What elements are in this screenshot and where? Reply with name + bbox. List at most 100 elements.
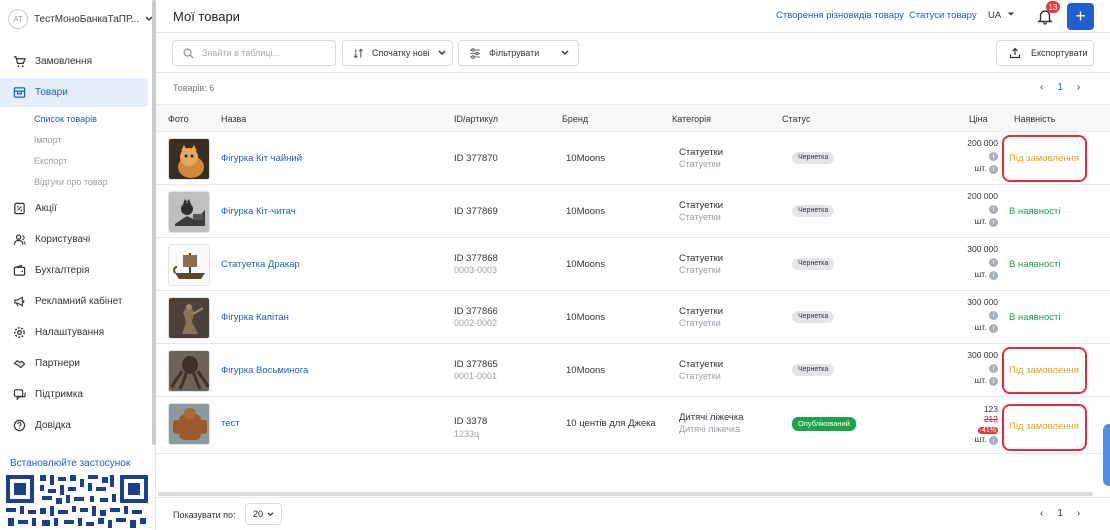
price-unit: шт.: [974, 322, 987, 332]
product-price: 300 000 i шт. i: [967, 244, 998, 280]
price-value: 200 000: [967, 138, 998, 148]
chevron-right-icon[interactable]: ›: [1077, 508, 1080, 519]
search-icon: [183, 48, 194, 59]
product-category: Статуетки: [679, 200, 724, 211]
col-availability[interactable]: Наявність: [1014, 114, 1055, 124]
product-sku: 0003-0003: [454, 265, 498, 275]
product-count: Товарів: 6: [173, 83, 215, 93]
add-product-button[interactable]: +: [1067, 3, 1094, 30]
search-input[interactable]: [202, 48, 322, 58]
col-brand[interactable]: Бренд: [562, 114, 588, 124]
product-thumbnail[interactable]: [168, 297, 210, 339]
product-id: ID 377870: [454, 153, 498, 164]
product-thumbnail[interactable]: [168, 191, 210, 233]
sidebar-item-partners[interactable]: Партнери: [0, 349, 150, 378]
sidebar-item-settings[interactable]: Налаштування: [0, 318, 150, 347]
status-badge: Чернетка: [792, 152, 835, 164]
per-page-select[interactable]: 20: [245, 503, 282, 525]
col-id[interactable]: ID/артикул: [454, 114, 498, 124]
table-row[interactable]: Статуетка Дракар ID 377868 0003-0003 10M…: [156, 238, 1110, 291]
qr-code: [4, 472, 150, 530]
highlight-box: [1002, 347, 1087, 394]
subnav-reviews[interactable]: Відгуки про товар: [34, 172, 150, 193]
product-name-link[interactable]: Фігурка Кіт чайний: [221, 153, 302, 164]
sidebar-item-help[interactable]: Довідка: [0, 411, 150, 440]
product-thumbnail[interactable]: [168, 403, 210, 445]
store-switcher[interactable]: АТ ТестМоноБанкаТаПР...: [8, 8, 153, 30]
chevron-down-icon: [561, 50, 569, 55]
info-icon[interactable]: i: [989, 165, 998, 174]
product-name-link[interactable]: Фігурка Кіт-читач: [221, 206, 296, 217]
horizontal-scrollbar[interactable]: [158, 492, 1093, 496]
table-row[interactable]: Фігурка Восьминога ID 377865 0001-0001 1…: [156, 344, 1110, 397]
product-name-link[interactable]: тест: [221, 418, 240, 429]
info-icon[interactable]: i: [989, 364, 998, 373]
col-category[interactable]: Категорія: [672, 114, 711, 124]
sidebar-item-accounting[interactable]: Бухгалтерія: [0, 256, 150, 285]
info-icon[interactable]: i: [989, 271, 998, 280]
product-id: ID 377869: [454, 206, 498, 217]
language-select[interactable]: UA: [988, 10, 1015, 21]
status-badge: Чернетка: [792, 258, 835, 270]
col-name[interactable]: Назва: [221, 114, 246, 124]
sidebar-item-label: Акції: [35, 203, 57, 214]
table-row[interactable]: Фігурка Капітан ID 377866 0002-0002 10Mo…: [156, 291, 1110, 344]
info-icon[interactable]: i: [989, 377, 998, 386]
price-unit: шт.: [974, 269, 987, 279]
chevron-left-icon[interactable]: ‹: [1040, 82, 1043, 93]
price-value: 123: [983, 404, 998, 414]
sidebar-item-users[interactable]: Користувачі: [0, 225, 150, 254]
product-category: Статуетки: [679, 147, 724, 158]
product-id: ID 3378: [454, 416, 488, 427]
subnav-export[interactable]: Експорт: [34, 151, 150, 172]
chevron-down-icon: [267, 511, 274, 516]
info-icon[interactable]: i: [989, 258, 998, 267]
sidebar-item-promotions[interactable]: Акції: [0, 194, 150, 223]
col-status[interactable]: Статус: [782, 114, 810, 124]
install-app-link[interactable]: Встановлюйте застосунок: [10, 458, 130, 469]
product-thumbnail[interactable]: [168, 350, 210, 392]
create-variants-link[interactable]: Створення різновидів товару: [776, 10, 904, 21]
sidebar-item-orders[interactable]: Замовлення: [0, 47, 150, 76]
table-row[interactable]: Фігурка Кіт-читач ID 377869 10Moons Стат…: [156, 185, 1110, 238]
product-thumbnail[interactable]: [168, 244, 210, 286]
table-row[interactable]: Фігурка Кіт чайний ID 377870 10Moons Ста…: [156, 132, 1110, 185]
info-icon[interactable]: i: [989, 152, 998, 161]
info-icon[interactable]: i: [989, 436, 998, 445]
product-name-link[interactable]: Фігурка Капітан: [221, 312, 289, 323]
table-toolbar: Спочатку нові Фільтрувати Експортувати: [156, 33, 1110, 73]
page-number[interactable]: 1: [1057, 82, 1063, 93]
subnav-import[interactable]: Імпорт: [34, 130, 150, 151]
page-number[interactable]: 1: [1057, 508, 1063, 519]
filter-dropdown[interactable]: Фільтрувати: [458, 40, 579, 66]
price-value: 300 000: [967, 350, 998, 360]
sidebar-item-support[interactable]: Підтримка: [0, 380, 150, 409]
sidebar-item-products[interactable]: Товари: [0, 78, 148, 107]
export-button[interactable]: Експортувати: [996, 40, 1094, 66]
product-name-link[interactable]: Статуетка Дракар: [221, 259, 300, 270]
product-name-link[interactable]: Фігурка Восьминога: [221, 365, 308, 376]
table-row[interactable]: тест ID 3378 1233ц 10 центів для Джека Д…: [156, 397, 1110, 454]
info-icon[interactable]: i: [989, 218, 998, 227]
product-thumbnail[interactable]: [168, 138, 210, 180]
info-icon[interactable]: i: [989, 311, 998, 320]
sidebar-item-ads[interactable]: Рекламний кабінет: [0, 287, 150, 316]
product-category-secondary: Статуетки: [679, 159, 721, 169]
info-icon[interactable]: i: [989, 205, 998, 214]
avatar: АТ: [8, 9, 28, 29]
table-header: Фото Назва ID/артикул Бренд Категорія Ст…: [156, 104, 1110, 132]
info-icon[interactable]: i: [989, 324, 998, 333]
products-subnav: Список товарів Імпорт Експорт Відгуки пр…: [0, 109, 150, 193]
side-widget-tab[interactable]: [1103, 424, 1110, 486]
page-title: Мої товари: [173, 9, 240, 24]
col-price[interactable]: Ціна: [969, 114, 988, 124]
chevron-right-icon[interactable]: ›: [1077, 82, 1080, 93]
product-statuses-link[interactable]: Статуси товару: [909, 10, 977, 21]
chevron-left-icon[interactable]: ‹: [1040, 508, 1043, 519]
subnav-product-list[interactable]: Список товарів: [34, 109, 150, 130]
status-badge: Чернетка: [792, 364, 835, 376]
sort-dropdown[interactable]: Спочатку нові: [342, 40, 453, 66]
users-icon: [12, 233, 26, 247]
language-value: UA: [988, 10, 1002, 21]
sidebar-item-label: Партнери: [35, 358, 80, 369]
